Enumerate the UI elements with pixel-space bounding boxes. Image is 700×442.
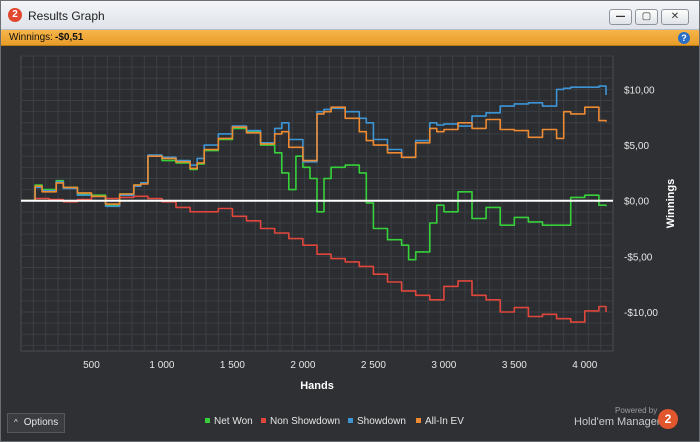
legend-swatch — [348, 418, 353, 423]
legend-item-non-showdown[interactable]: Non Showdown — [261, 416, 340, 427]
x-tick-label: 3 000 — [431, 360, 456, 371]
x-tick-label: 1 000 — [149, 360, 174, 371]
y-tick-label: $10,00 — [624, 85, 655, 96]
x-tick-label: 4 000 — [572, 360, 597, 371]
results-graph-window: 2 Results Graph — ▢ ✕ Winnings: -$0,51 ?… — [0, 0, 700, 442]
x-tick-label: 1 500 — [220, 360, 245, 371]
y-tick-label: $0,00 — [624, 197, 649, 208]
title-bar[interactable]: 2 Results Graph — ▢ ✕ — [1, 1, 699, 30]
options-label: Options — [23, 417, 59, 428]
x-tick-label: 2 500 — [361, 360, 386, 371]
window-title: Results Graph — [28, 9, 105, 23]
legend-item-showdown[interactable]: Showdown — [348, 416, 406, 427]
legend-label: All-In EV — [425, 416, 464, 427]
winnings-label: Winnings: — [9, 32, 53, 43]
maximize-button[interactable]: ▢ — [635, 9, 658, 25]
results-chart: 500 1 000 1 500 2 000 2 500 3 000 3 500 4 000 $1… — [20, 55, 677, 392]
legend-swatch — [261, 418, 266, 423]
help-icon[interactable]: ? — [678, 32, 690, 44]
x-tick-label: 2 000 — [290, 360, 315, 371]
winnings-value: -$0,51 — [55, 32, 84, 43]
legend-item-net-won[interactable]: Net Won — [205, 416, 253, 427]
chevron-up-icon: ^ — [14, 418, 18, 427]
legend-label: Showdown — [357, 416, 406, 427]
legend-swatch — [205, 418, 210, 423]
y-tick-label: $5,00 — [624, 141, 649, 152]
hm2-logo-icon: 2 — [658, 409, 678, 429]
x-axis-title: Hands — [300, 380, 334, 392]
brand-name: Hold'em Manager — [574, 416, 661, 428]
close-button[interactable]: ✕ — [661, 9, 689, 25]
options-button[interactable]: ^ Options — [7, 413, 65, 433]
minimize-button[interactable]: — — [609, 9, 632, 25]
x-tick-label: 3 500 — [502, 360, 527, 371]
legend-label: Net Won — [214, 416, 253, 427]
y-axis-title: Winnings — [665, 179, 677, 228]
y-tick-label: -$10,00 — [624, 308, 658, 319]
y-tick-label: -$5,00 — [624, 252, 653, 263]
hm2-app-icon: 2 — [8, 8, 22, 22]
winnings-summary-bar: Winnings: -$0,51 ? — [1, 30, 699, 46]
legend-swatch — [416, 418, 421, 423]
legend-label: Non Showdown — [270, 416, 341, 427]
x-tick-label: 500 — [83, 360, 100, 371]
powered-by-text: Powered by — [615, 406, 658, 415]
legend-item-all-in-ev[interactable]: All-In EV — [416, 416, 464, 427]
